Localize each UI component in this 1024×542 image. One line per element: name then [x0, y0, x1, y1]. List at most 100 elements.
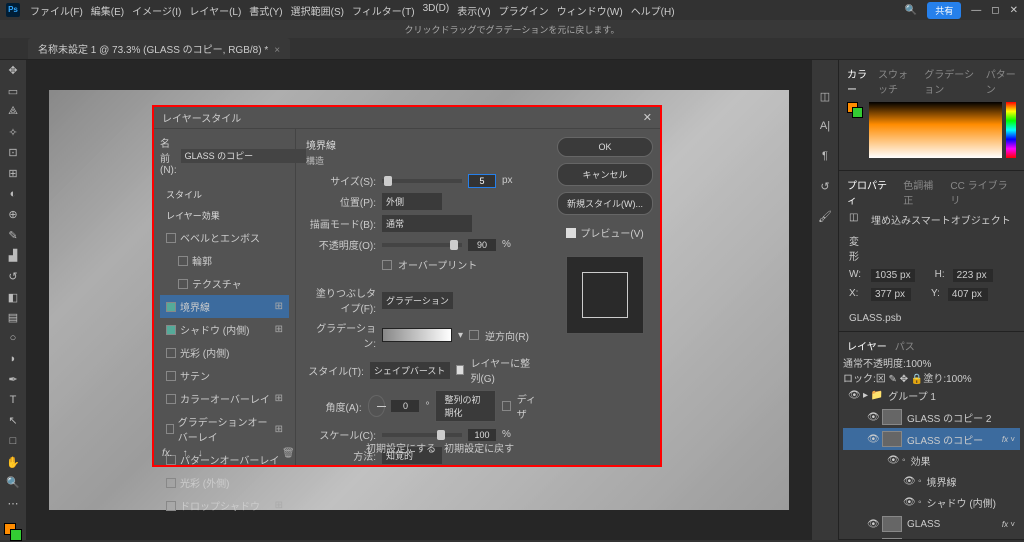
- color-panel[interactable]: [843, 98, 1020, 166]
- tab-cclib[interactable]: CC ライブラリ: [950, 177, 1016, 207]
- overprint-check[interactable]: [382, 260, 392, 270]
- blend-mode[interactable]: 通常: [843, 359, 863, 370]
- scale-input[interactable]: [468, 429, 496, 441]
- gradient-tool-icon[interactable]: ▤: [5, 311, 21, 326]
- tab-properties[interactable]: プロパティ: [847, 177, 895, 207]
- angle-dial[interactable]: [368, 395, 386, 417]
- layer-row[interactable]: 👁◦境界線: [843, 471, 1020, 492]
- tab-color[interactable]: カラー: [847, 66, 870, 96]
- style-check[interactable]: [166, 233, 176, 243]
- fx-icon[interactable]: fx.: [162, 448, 173, 459]
- reset-align-button[interactable]: 整列の初期化: [435, 390, 496, 422]
- add-icon[interactable]: ⊞: [275, 500, 283, 511]
- prop-y[interactable]: 407 px: [948, 288, 988, 301]
- layer-row[interactable]: 👁GLASSfx ˅: [843, 513, 1020, 535]
- style-item[interactable]: テクスチャ: [160, 272, 289, 295]
- menu-layer[interactable]: レイヤー(L): [189, 3, 241, 18]
- style-item[interactable]: ドロップシャドウ⊞: [160, 494, 289, 517]
- tab-layers[interactable]: レイヤー: [847, 338, 887, 353]
- heal-tool-icon[interactable]: ⊕: [5, 208, 21, 223]
- menu-type[interactable]: 書式(Y): [249, 3, 282, 18]
- layer-row[interactable]: 👁BackGround: [843, 535, 1020, 540]
- style-item[interactable]: シャドウ (内側)⊞: [160, 318, 289, 341]
- style-check[interactable]: [166, 424, 174, 434]
- add-icon[interactable]: ⊞: [275, 301, 283, 312]
- brushes-panel-icon[interactable]: 🖌: [817, 210, 833, 226]
- down-icon[interactable]: ↓: [198, 448, 203, 459]
- menu-edit[interactable]: 編集(E): [91, 3, 124, 18]
- layer-row[interactable]: 👁▸ 📁グループ 1: [843, 385, 1020, 406]
- visibility-icon[interactable]: 👁: [887, 455, 897, 466]
- layer-row[interactable]: 👁◦シャドウ (内側): [843, 492, 1020, 513]
- tab-gradient[interactable]: グラデーション: [924, 66, 977, 96]
- layer-fill[interactable]: 100%: [946, 374, 972, 385]
- cancel-button[interactable]: キャンセル: [557, 163, 653, 186]
- style-check[interactable]: [166, 394, 176, 404]
- make-default-button[interactable]: 初期設定にする: [366, 440, 436, 455]
- path-tool-icon[interactable]: ↖: [5, 414, 21, 429]
- size-slider[interactable]: [382, 179, 462, 183]
- more-tool-icon[interactable]: ⋯: [5, 497, 21, 512]
- angle-input[interactable]: [391, 400, 419, 412]
- gradstyle-select[interactable]: シェイプバースト: [370, 362, 450, 379]
- visibility-icon[interactable]: 👁: [867, 412, 877, 423]
- style-check[interactable]: [178, 279, 188, 289]
- add-icon[interactable]: ⊞: [275, 324, 283, 335]
- visibility-icon[interactable]: 👁: [903, 497, 913, 508]
- prop-h[interactable]: 223 px: [953, 269, 993, 282]
- paragraph-panel-icon[interactable]: ¶: [817, 150, 833, 166]
- eyedrop-tool-icon[interactable]: ◐: [5, 188, 21, 203]
- brush-tool-icon[interactable]: ✎: [5, 229, 21, 244]
- tab-close-icon[interactable]: ×: [274, 45, 280, 56]
- layer-row[interactable]: 👁GLASS のコピーfx ˅: [843, 428, 1020, 450]
- add-icon[interactable]: ⊞: [275, 393, 283, 404]
- wand-tool-icon[interactable]: ✧: [5, 126, 21, 141]
- move-tool-icon[interactable]: ✥: [5, 64, 21, 79]
- menu-file[interactable]: ファイル(F): [30, 3, 83, 18]
- menu-plugin[interactable]: プラグイン: [499, 3, 549, 18]
- stamp-tool-icon[interactable]: ▟: [5, 249, 21, 264]
- name-input[interactable]: [181, 149, 306, 163]
- panel-icon[interactable]: ◫: [817, 90, 833, 106]
- reverse-check[interactable]: [469, 330, 479, 340]
- share-button[interactable]: 共有: [927, 2, 961, 19]
- menu-help[interactable]: ヘルプ(H): [631, 3, 675, 18]
- style-item[interactable]: カラーオーバーレイ⊞: [160, 387, 289, 410]
- style-check[interactable]: [166, 302, 176, 312]
- newstyle-button[interactable]: 新規スタイル(W)...: [557, 192, 653, 215]
- eraser-tool-icon[interactable]: ◧: [5, 291, 21, 306]
- style-check[interactable]: [178, 256, 188, 266]
- search-icon[interactable]: 🔍: [905, 5, 917, 16]
- visibility-icon[interactable]: 👁: [867, 519, 877, 530]
- style-check[interactable]: [166, 478, 176, 488]
- styles-header[interactable]: スタイル: [160, 184, 289, 205]
- menu-select[interactable]: 選択範囲(S): [291, 3, 344, 18]
- layer-row[interactable]: 👁◦効果: [843, 450, 1020, 471]
- layer-effects-header[interactable]: レイヤー効果: [160, 205, 289, 226]
- menu-window[interactable]: ウィンドウ(W): [557, 3, 623, 18]
- opacity-input[interactable]: [468, 239, 496, 251]
- blendmode-select[interactable]: 通常: [382, 215, 472, 232]
- blur-tool-icon[interactable]: ○: [5, 332, 21, 347]
- color-swatch[interactable]: [4, 523, 22, 539]
- close-icon[interactable]: ✕: [1010, 5, 1018, 16]
- menu-view[interactable]: 表示(V): [457, 3, 490, 18]
- position-select[interactable]: 外側: [382, 193, 442, 210]
- visibility-icon[interactable]: 👁: [867, 434, 877, 445]
- style-item[interactable]: 光彩 (外側): [160, 471, 289, 494]
- tab-swatch[interactable]: スウォッチ: [878, 66, 916, 96]
- menu-3d[interactable]: 3D(D): [423, 3, 450, 18]
- gradient-swatch[interactable]: [382, 328, 452, 342]
- tab-pattern[interactable]: パターン: [986, 66, 1016, 96]
- menu-filter[interactable]: フィルター(T): [352, 3, 415, 18]
- prop-w[interactable]: 1035 px: [871, 269, 915, 282]
- history-tool-icon[interactable]: ↺: [5, 270, 21, 285]
- reset-default-button[interactable]: 初期設定に戻す: [444, 440, 514, 455]
- text-panel-icon[interactable]: A|: [817, 120, 833, 136]
- dialog-close-icon[interactable]: ✕: [643, 111, 652, 124]
- up-icon[interactable]: ↑: [183, 448, 188, 459]
- zoom-tool-icon[interactable]: 🔍: [5, 476, 21, 491]
- hand-tool-icon[interactable]: ✋: [5, 456, 21, 471]
- shape-tool-icon[interactable]: □: [5, 435, 21, 450]
- layer-opacity[interactable]: 100%: [906, 359, 932, 370]
